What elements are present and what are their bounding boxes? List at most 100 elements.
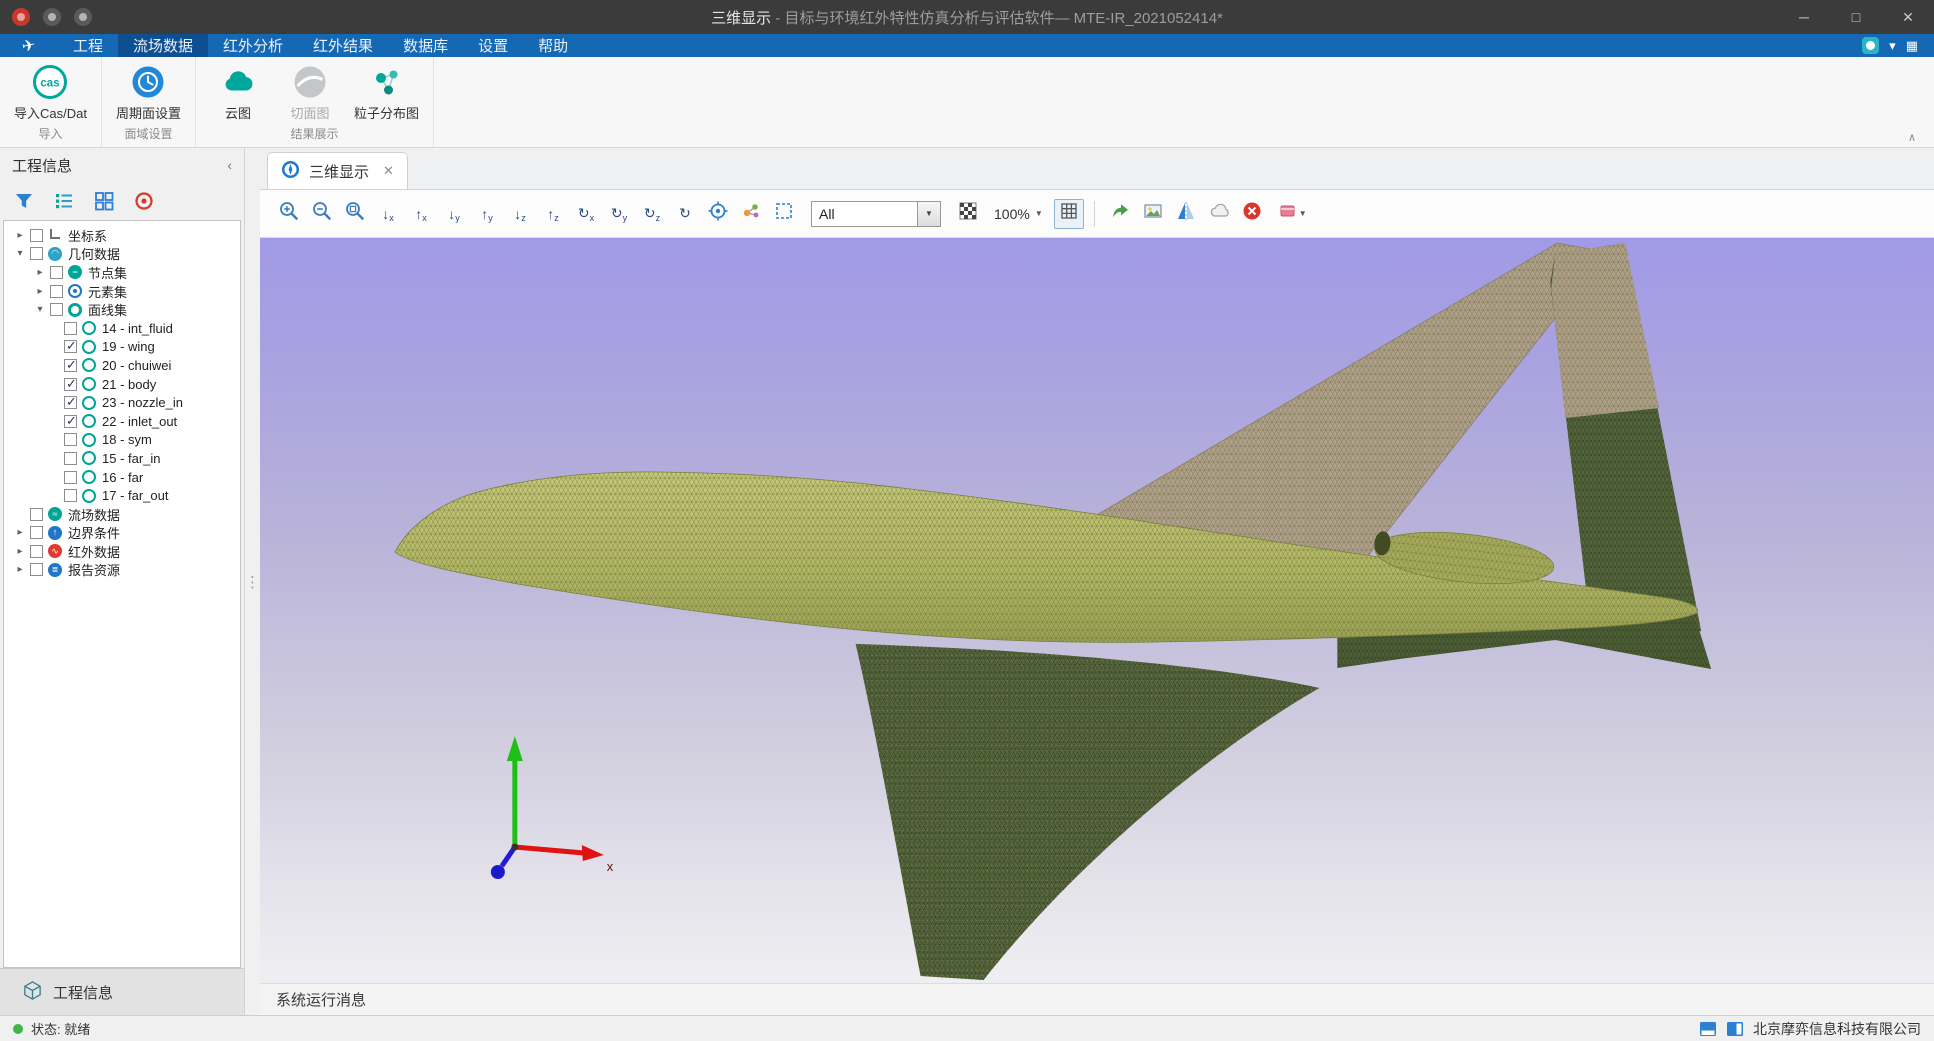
list-view-icon[interactable] (53, 190, 75, 212)
panel-collapse-button[interactable]: ‹ (227, 157, 232, 173)
view-x-pos-button[interactable]: ↑x (406, 199, 436, 229)
theme-icon[interactable] (1862, 37, 1879, 54)
view-y-neg-button[interactable]: ↓y (439, 199, 469, 229)
panel-splitter[interactable] (245, 148, 260, 1015)
tree-checkbox[interactable] (30, 229, 43, 242)
window-layout-icon[interactable]: ▦ (1906, 38, 1918, 54)
zoom-out-button[interactable] (307, 199, 337, 229)
tree-checkbox[interactable] (30, 247, 43, 260)
tree-checkbox[interactable] (50, 285, 63, 298)
close-button[interactable]: ✕ (1882, 0, 1934, 34)
tree-checkbox[interactable] (64, 359, 77, 372)
tree-item[interactable]: 14 - int_fluid (4, 319, 240, 338)
view-y-pos-button[interactable]: ↑y (472, 199, 502, 229)
menu-item-database[interactable]: 数据库 (388, 34, 463, 57)
locate-button[interactable] (703, 199, 733, 229)
menu-item-settings[interactable]: 设置 (463, 34, 523, 57)
zoom-level-dropdown[interactable]: 100%▼ (994, 206, 1043, 222)
locate-target-icon[interactable] (133, 190, 155, 212)
tree-checkbox[interactable] (64, 489, 77, 502)
tree-item[interactable]: 21 - body (4, 375, 240, 394)
tree-checkbox[interactable] (64, 322, 77, 335)
tree-item[interactable]: ▸≣报告资源 (4, 561, 240, 580)
view-z-pos-button[interactable]: ↑z (538, 199, 568, 229)
tree-checkbox[interactable] (50, 266, 63, 279)
app-badge-gray-2[interactable] (74, 8, 92, 26)
tree-expander-icon[interactable]: ▸ (30, 267, 50, 278)
tree-checkbox[interactable] (64, 452, 77, 465)
ribbon-collapse-icon[interactable] (1902, 131, 1922, 144)
dither-button[interactable] (953, 199, 983, 229)
snapshot-button[interactable] (1138, 199, 1168, 229)
molecule-button[interactable] (736, 199, 766, 229)
view-x-neg-button[interactable]: ↓x (373, 199, 403, 229)
ribbon-button-cloud-map[interactable]: 云图 (204, 62, 272, 122)
tree-checkbox[interactable] (64, 340, 77, 353)
tree-item[interactable]: ▸∿红外数据 (4, 542, 240, 561)
box-select-button[interactable] (769, 199, 799, 229)
filter-icon[interactable] (13, 190, 35, 212)
tree-expander-icon[interactable]: ▸ (10, 230, 30, 241)
tree-checkbox[interactable] (30, 508, 43, 521)
tree-checkbox[interactable] (64, 433, 77, 446)
app-badge-gray-1[interactable] (43, 8, 61, 26)
tree-checkbox[interactable] (64, 378, 77, 391)
tree-expander-icon[interactable]: ▸ (10, 564, 30, 575)
grid-view-icon[interactable] (93, 190, 115, 212)
zoom-in-button[interactable] (274, 199, 304, 229)
tree-item[interactable]: 17 - far_out (4, 486, 240, 505)
display-filter-select[interactable]: All▼ (811, 201, 941, 227)
section-button[interactable]: ▼ (1270, 199, 1314, 229)
rotate-x-button[interactable]: ↻x (571, 199, 601, 229)
tab-3d-display[interactable]: 三维显示 ✕ (267, 152, 408, 189)
project-info-bottom-tab[interactable]: 工程信息 (0, 968, 244, 1015)
view-z-neg-button[interactable]: ↓z (505, 199, 535, 229)
tree-item[interactable]: ▸坐标系 (4, 226, 240, 245)
tree-expander-icon[interactable]: ▸ (30, 286, 50, 297)
minimize-button[interactable]: ─ (1778, 0, 1830, 34)
tree-expander-icon[interactable]: ▸ (10, 527, 30, 538)
tree-item[interactable]: ▸−节点集 (4, 263, 240, 282)
tree-expander-icon[interactable]: ▾ (10, 248, 30, 259)
tree-item[interactable]: 16 - far (4, 468, 240, 487)
rotate-free-button[interactable]: ↻ (670, 199, 700, 229)
tree-checkbox[interactable] (64, 471, 77, 484)
tree-expander-icon[interactable]: ▸ (10, 546, 30, 557)
tree-expander-icon[interactable]: ▾ (30, 304, 50, 315)
ribbon-button-import-cas-dat[interactable]: cas导入Cas/Dat (8, 62, 93, 122)
maximize-button[interactable]: □ (1830, 0, 1882, 34)
menu-item-ir-results[interactable]: 红外结果 (298, 34, 388, 57)
rotate-y-button[interactable]: ↻y (604, 199, 634, 229)
tree-checkbox[interactable] (30, 526, 43, 539)
menu-item-ir-analysis[interactable]: 红外分析 (208, 34, 298, 57)
menu-item-help[interactable]: 帮助 (523, 34, 583, 57)
tree-item[interactable]: ▸元素集 (4, 282, 240, 301)
tree-item[interactable]: ▸↑边界条件 (4, 524, 240, 543)
grid-button[interactable] (1054, 199, 1084, 229)
dropdown-arrow-icon[interactable]: ▼ (917, 202, 940, 226)
tree-item[interactable]: 15 - far_in (4, 449, 240, 468)
tree-item[interactable]: ≈流场数据 (4, 505, 240, 524)
export-button[interactable] (1105, 199, 1135, 229)
viewport-3d[interactable]: x (260, 238, 1934, 983)
rotate-z-button[interactable]: ↻z (637, 199, 667, 229)
tree-item[interactable]: ▾◠几何数据 (4, 245, 240, 264)
zoom-fit-button[interactable] (340, 199, 370, 229)
dropdown-icon[interactable]: ▾ (1889, 38, 1896, 54)
panel-bottom-icon[interactable] (1699, 1021, 1717, 1037)
mirror-button[interactable] (1171, 199, 1201, 229)
ribbon-button-periodic-face-settings[interactable]: 周期面设置 (110, 62, 187, 122)
panel-right-icon[interactable] (1726, 1021, 1744, 1037)
ribbon-button-particle-distribution[interactable]: 粒子分布图 (348, 62, 425, 122)
tree-checkbox[interactable] (64, 415, 77, 428)
app-badge-red[interactable] (12, 8, 30, 26)
tab-close-icon[interactable]: ✕ (383, 163, 394, 179)
tree-checkbox[interactable] (50, 303, 63, 316)
tree-checkbox[interactable] (30, 545, 43, 558)
tree-item[interactable]: 19 - wing (4, 338, 240, 357)
menu-item-flow-data[interactable]: 流场数据 (118, 34, 208, 57)
tree-checkbox[interactable] (64, 396, 77, 409)
cloud-tool-button[interactable] (1204, 199, 1234, 229)
delete-button[interactable] (1237, 199, 1267, 229)
tree-item[interactable]: ▾面线集 (4, 300, 240, 319)
